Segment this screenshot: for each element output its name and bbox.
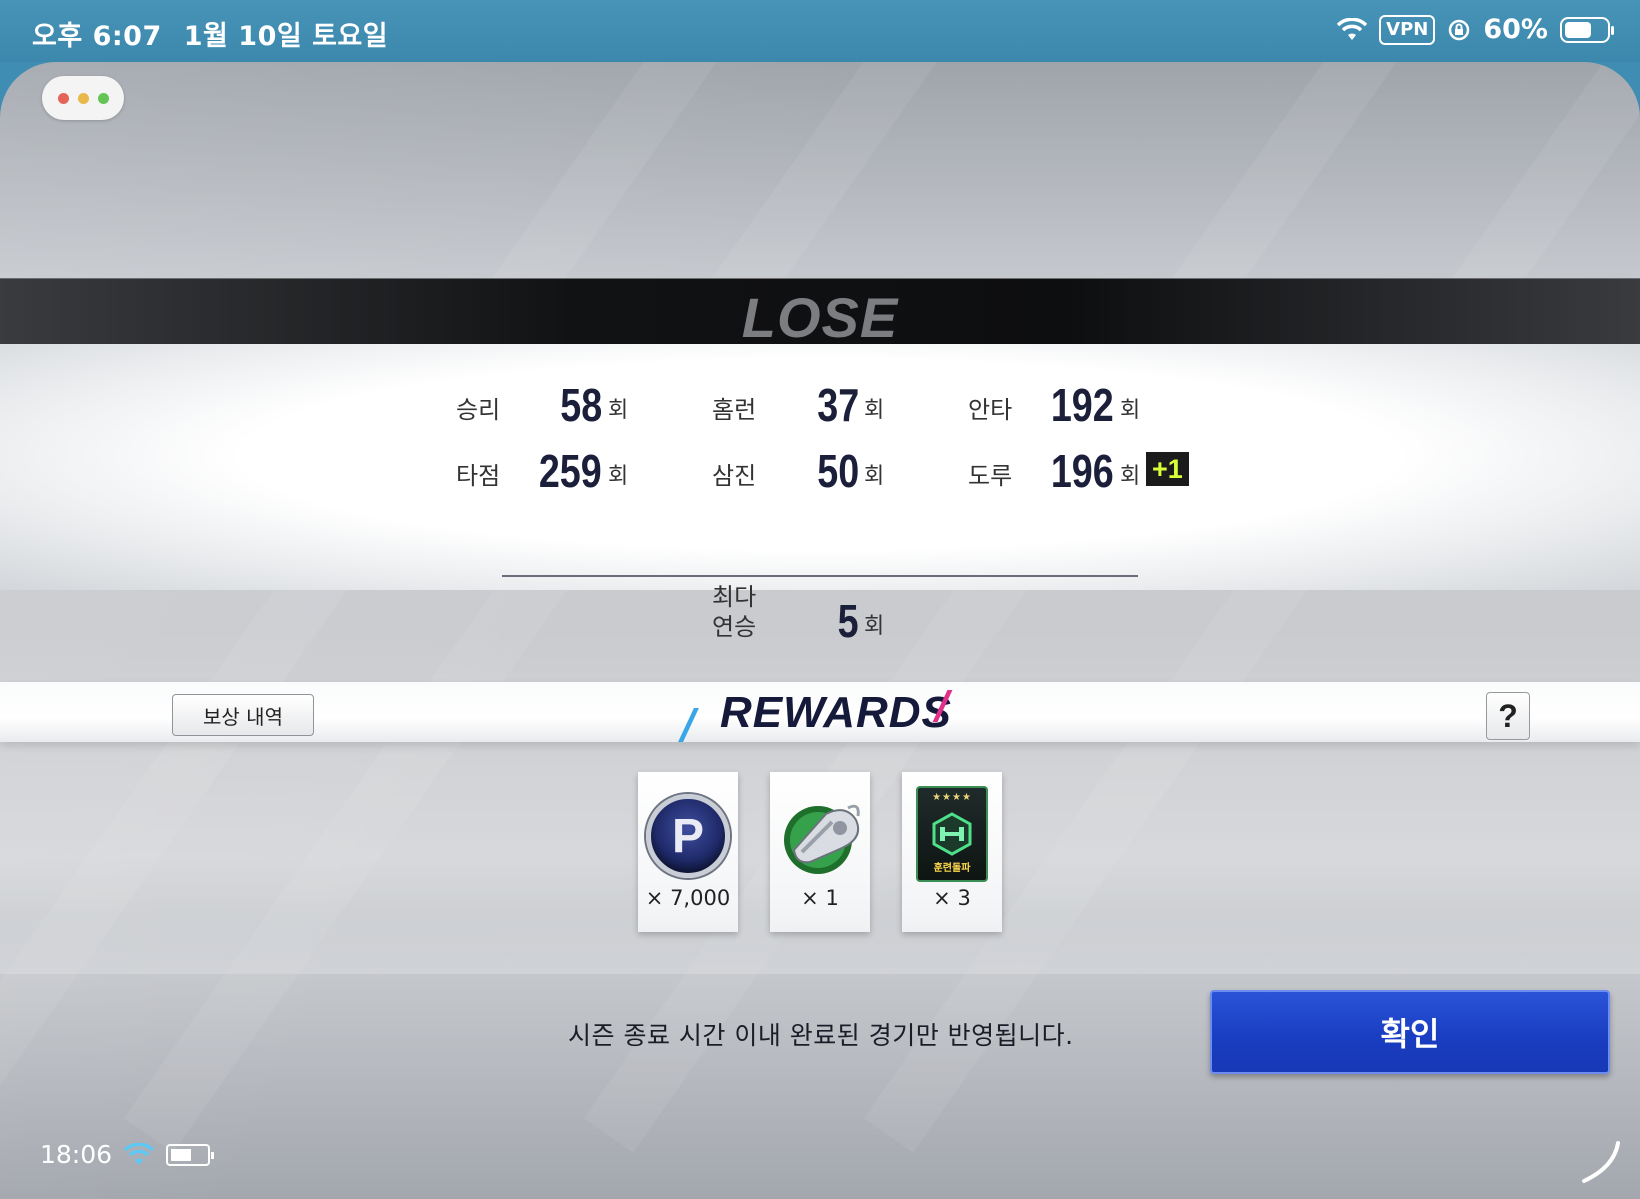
reward-card-whistle[interactable]: × 1 [770, 772, 870, 932]
device-time: 18:06 [40, 1140, 113, 1169]
status-time: 오후 6:07 [32, 21, 162, 52]
points-coin-icon: P [646, 794, 730, 878]
decorative-slash [678, 708, 699, 742]
result-text: LOSE [741, 286, 899, 349]
device-status: 18:06 [40, 1140, 215, 1169]
reward-card-points[interactable]: P × 7,000 [638, 772, 738, 932]
rewards-title: REWARDS [720, 688, 952, 737]
resize-handle-icon[interactable] [1574, 1137, 1624, 1187]
reward-history-button[interactable]: 보상 내역 [172, 694, 314, 736]
season-stats-panel: 승리 58 회 홈런 37 회 안타 192 회 타점 259 회 삼진 50 … [0, 344, 1640, 647]
wifi-icon [124, 1142, 155, 1165]
stat-max-streak: 최다 연승 5 회 [0, 583, 920, 654]
footer-divider [0, 914, 1640, 974]
status-date: 1월 10일 토요일 [183, 21, 389, 52]
vpn-badge: VPN [1379, 14, 1436, 45]
status-datetime: 오후 6:07 1월 10일 토요일 [32, 14, 410, 53]
battery-icon [166, 1143, 215, 1166]
maximize-window-dot[interactable] [97, 92, 109, 104]
stat-increment-badge: +1 [1146, 452, 1189, 486]
stat-unit: 회 [1120, 398, 1141, 423]
stat-value: 5 [838, 595, 859, 647]
close-window-dot[interactable] [57, 92, 69, 104]
stat-label-line1: 최다 [712, 583, 757, 611]
game-result-window: LOSE 승리 58 회 홈런 37 회 안타 192 회 타점 259 회 삼… [0, 62, 1640, 1199]
reward-quantity: × 3 [933, 886, 971, 910]
card-label: 훈련돌파 [933, 863, 971, 874]
stat-steals: 도루 196 회 +1 [0, 444, 1200, 497]
help-button[interactable]: ? [1486, 692, 1530, 740]
system-status-bar: 오후 6:07 1월 10일 토요일 VPN 60% [0, 0, 1640, 62]
season-notice: 시즌 종료 시간 이내 완료된 경기만 반영됩니다. [568, 1021, 1074, 1050]
whistle-icon [784, 804, 860, 874]
battery-icon [1560, 16, 1614, 43]
reward-card-training[interactable]: ★★★★ 훈련돌파 × 3 [902, 772, 1002, 932]
window-controls[interactable] [42, 76, 124, 120]
stat-label: 안타 [968, 396, 1013, 424]
stat-value: 192 [1051, 379, 1114, 431]
result-banner: LOSE [0, 278, 1640, 349]
status-indicators: VPN 60% [1337, 14, 1614, 45]
stat-label: 도루 [968, 462, 1013, 490]
stat-hits: 안타 192 회 [0, 378, 1170, 431]
training-card-icon: ★★★★ 훈련돌파 [916, 786, 988, 882]
stat-unit: 회 [864, 614, 885, 639]
rewards-header: 보상 내역 REWARDS ? [0, 682, 1640, 742]
minimize-window-dot[interactable] [77, 92, 89, 104]
stat-label-line2: 연승 [712, 613, 757, 641]
reward-quantity: × 7,000 [645, 886, 731, 910]
reward-quantity: × 1 [801, 886, 839, 910]
dumbbell-icon [932, 812, 972, 856]
stat-unit: 회 [1120, 464, 1141, 489]
confirm-button[interactable]: 확인 [1210, 990, 1610, 1074]
card-stars: ★★★★ [932, 792, 972, 803]
battery-percent: 60% [1483, 14, 1548, 45]
wifi-icon [1337, 17, 1368, 40]
stats-divider [502, 575, 1138, 577]
stat-value: 196 [1051, 445, 1114, 497]
rotation-lock-icon [1449, 19, 1470, 40]
